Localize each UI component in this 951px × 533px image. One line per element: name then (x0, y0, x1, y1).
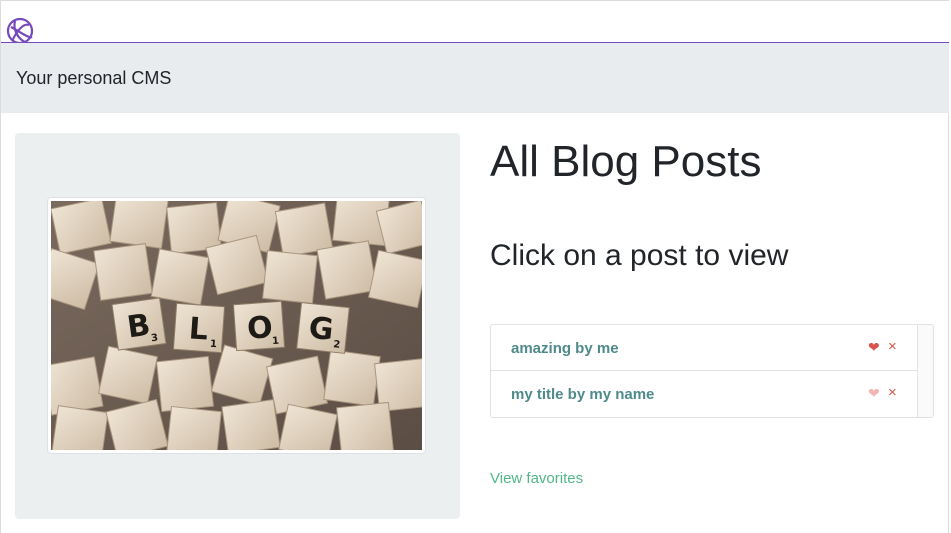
navbar (1, 1, 949, 43)
app-frame: Your personal CMS B L O G 3 1 1 2 All Bl… (0, 0, 949, 533)
banner-text: Your personal CMS (16, 68, 172, 88)
heart-icon[interactable]: ❤ (868, 339, 880, 356)
tile-letter-l: L (188, 311, 210, 347)
blog-image: B L O G 3 1 1 2 (47, 197, 426, 454)
tile-letter-g: G (307, 311, 335, 348)
page-title: All Blog Posts (490, 137, 762, 186)
tile-letter-o: O (246, 310, 274, 347)
close-icon[interactable]: × (888, 384, 897, 401)
page-subtitle: Click on a post to view (490, 239, 789, 272)
tile-subscript-l: 1 (210, 339, 218, 350)
view-favorites-link[interactable]: View favorites (490, 470, 583, 487)
post-title-link[interactable]: amazing by me (511, 340, 619, 357)
tile-subscript-g: 2 (333, 339, 341, 351)
post-list: amazing by me ❤ × my title by my name ❤ × (490, 324, 934, 418)
header-banner: Your personal CMS (1, 43, 949, 113)
post-list-item[interactable]: amazing by me ❤ × (491, 325, 919, 371)
image-panel: B L O G 3 1 1 2 (15, 133, 460, 519)
redux-logo-icon[interactable] (3, 13, 39, 43)
close-icon[interactable]: × (888, 338, 897, 355)
post-title-link[interactable]: my title by my name (511, 386, 654, 403)
tile-letter-b: B (125, 308, 153, 346)
post-list-item[interactable]: my title by my name ❤ × (491, 371, 919, 417)
scrollbar[interactable] (917, 325, 933, 417)
tile-subscript-o: 1 (272, 336, 280, 347)
heart-icon[interactable]: ❤ (868, 385, 880, 402)
